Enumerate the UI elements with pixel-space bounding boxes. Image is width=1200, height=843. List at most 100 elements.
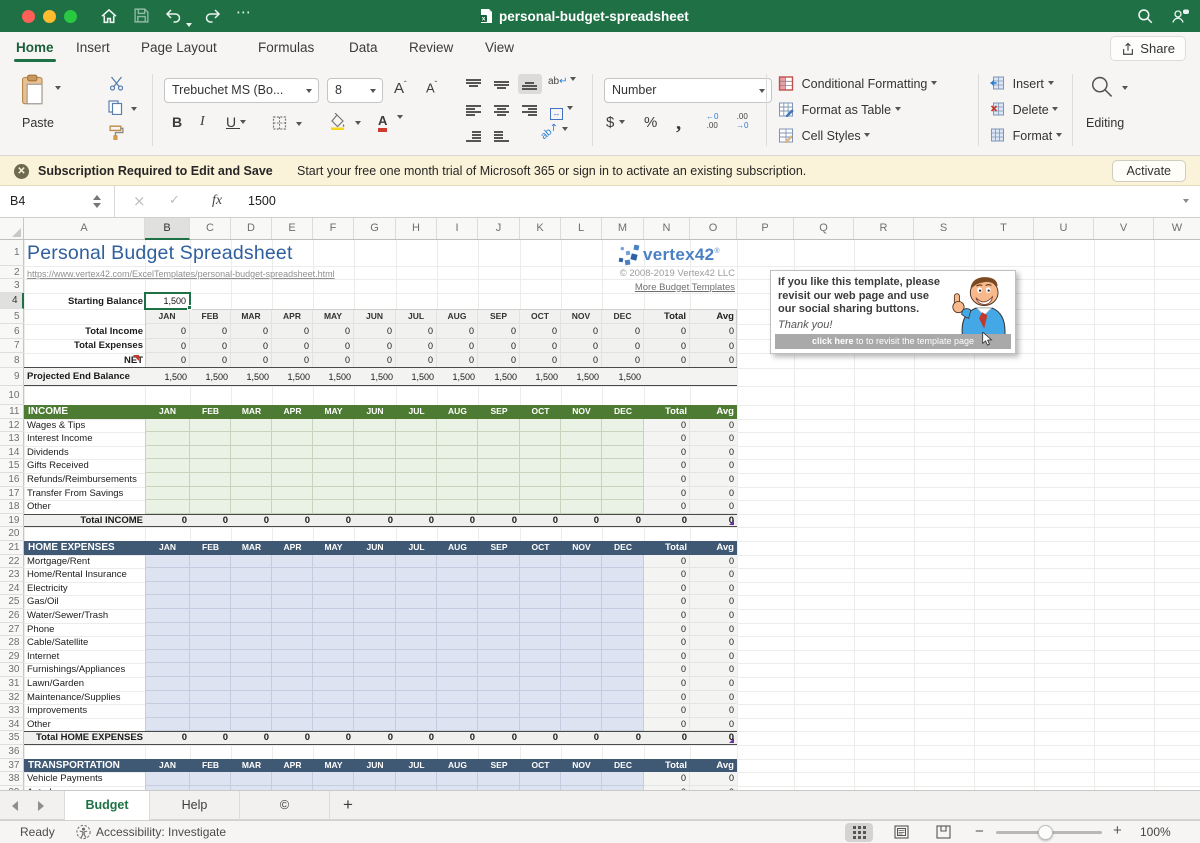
cell[interactable]: 0	[644, 487, 690, 501]
cell[interactable]: 0	[602, 514, 644, 528]
cell[interactable]	[561, 677, 602, 691]
row-header-22[interactable]: 22	[0, 555, 24, 569]
cell[interactable]	[437, 718, 478, 732]
activate-button[interactable]: Activate	[1112, 160, 1186, 182]
cell[interactable]	[396, 568, 437, 582]
spreadsheet-grid[interactable]: Starting BalanceJANFEBMARAPRMAYJUNJULAUG…	[0, 240, 1200, 790]
cell[interactable]	[396, 473, 437, 487]
cell[interactable]	[354, 623, 396, 637]
cell[interactable]	[231, 623, 272, 637]
cell[interactable]: 0	[602, 731, 644, 745]
cell[interactable]	[478, 609, 520, 623]
cell[interactable]	[520, 473, 561, 487]
cell[interactable]	[190, 459, 231, 473]
cell[interactable]	[396, 636, 437, 650]
cell[interactable]: 0	[690, 650, 737, 664]
cell[interactable]	[602, 555, 644, 569]
cell[interactable]	[190, 568, 231, 582]
row-header-7[interactable]: 7	[0, 339, 24, 353]
share-button[interactable]: Share	[1110, 36, 1186, 61]
cell[interactable]	[561, 432, 602, 446]
cell[interactable]: 0	[690, 555, 737, 569]
cell[interactable]	[313, 419, 354, 433]
cell[interactable]	[272, 500, 313, 514]
cell[interactable]	[313, 677, 354, 691]
cell[interactable]	[396, 446, 437, 460]
formula-input[interactable]: 1500	[248, 194, 276, 208]
cell[interactable]	[478, 419, 520, 433]
cell[interactable]	[190, 500, 231, 514]
cell[interactable]: 0	[437, 324, 478, 339]
cell[interactable]	[602, 650, 644, 664]
month-header[interactable]: APR	[272, 309, 313, 324]
cell[interactable]: 0	[190, 514, 231, 528]
fill-color-icon[interactable]	[330, 113, 361, 133]
cell[interactable]: 0	[354, 514, 396, 528]
row-header-33[interactable]: 33	[0, 704, 24, 718]
tab-home[interactable]: Home	[16, 40, 54, 55]
cell[interactable]	[520, 487, 561, 501]
cell[interactable]	[561, 595, 602, 609]
redo-icon[interactable]	[203, 7, 223, 29]
zoom-slider[interactable]	[996, 831, 1102, 834]
font-color-icon[interactable]: A	[378, 113, 403, 132]
zoom-level[interactable]: 100%	[1140, 825, 1171, 839]
cell[interactable]: 0	[190, 353, 231, 368]
comma-format-icon[interactable]: ,	[676, 110, 681, 135]
cell[interactable]	[231, 704, 272, 718]
cell[interactable]: 1,500	[478, 368, 520, 386]
cell[interactable]: 0	[231, 353, 272, 368]
cell[interactable]	[354, 555, 396, 569]
cell[interactable]	[478, 568, 520, 582]
cell[interactable]: 0	[437, 514, 478, 528]
cell[interactable]: 0	[396, 353, 437, 368]
cell[interactable]	[313, 487, 354, 501]
cell[interactable]	[561, 459, 602, 473]
cell[interactable]	[145, 568, 190, 582]
cell[interactable]: 0	[396, 514, 437, 528]
row-header-27[interactable]: 27	[0, 623, 24, 637]
cell[interactable]	[313, 663, 354, 677]
percent-format-icon[interactable]: %	[644, 114, 657, 131]
selected-cell-B4[interactable]: 1,500	[144, 292, 191, 310]
cell[interactable]	[231, 419, 272, 433]
format-painter-icon[interactable]	[108, 123, 125, 143]
cell[interactable]	[231, 473, 272, 487]
column-header-J[interactable]: J	[478, 218, 520, 239]
cell[interactable]	[602, 772, 644, 786]
cell[interactable]	[354, 459, 396, 473]
cell[interactable]	[354, 772, 396, 786]
row-header-24[interactable]: 24	[0, 582, 24, 596]
cell[interactable]	[437, 459, 478, 473]
cell[interactable]: 1,500	[354, 368, 396, 386]
cell[interactable]: 0	[644, 663, 690, 677]
row-header-21[interactable]: 21	[0, 541, 24, 555]
cell[interactable]	[478, 432, 520, 446]
cell[interactable]: 0	[690, 419, 737, 433]
editing-menu-button[interactable]	[1088, 74, 1128, 103]
cell[interactable]	[561, 704, 602, 718]
increase-decimal-icon[interactable]: .00→0	[736, 112, 748, 130]
cell[interactable]	[602, 595, 644, 609]
cell[interactable]	[561, 691, 602, 705]
cell[interactable]	[272, 772, 313, 786]
cell[interactable]	[561, 650, 602, 664]
cell[interactable]	[602, 446, 644, 460]
row-header-19[interactable]: 19	[0, 514, 24, 528]
italic-button[interactable]: I	[200, 114, 205, 130]
cell[interactable]: 0	[561, 731, 602, 745]
cell[interactable]	[478, 650, 520, 664]
cell[interactable]	[354, 473, 396, 487]
cell[interactable]: 0	[602, 324, 644, 339]
cell-styles-button[interactable]: Cell Styles	[778, 128, 870, 143]
cell[interactable]	[354, 582, 396, 596]
cell[interactable]: 0	[690, 772, 737, 786]
cell[interactable]	[313, 704, 354, 718]
cell[interactable]	[520, 609, 561, 623]
row-header-32[interactable]: 32	[0, 691, 24, 705]
cell[interactable]	[145, 459, 190, 473]
conditional-formatting-button[interactable]: Conditional Formatting	[778, 76, 937, 91]
cell[interactable]: 1,500	[561, 368, 602, 386]
cell[interactable]	[231, 718, 272, 732]
cell[interactable]	[478, 718, 520, 732]
